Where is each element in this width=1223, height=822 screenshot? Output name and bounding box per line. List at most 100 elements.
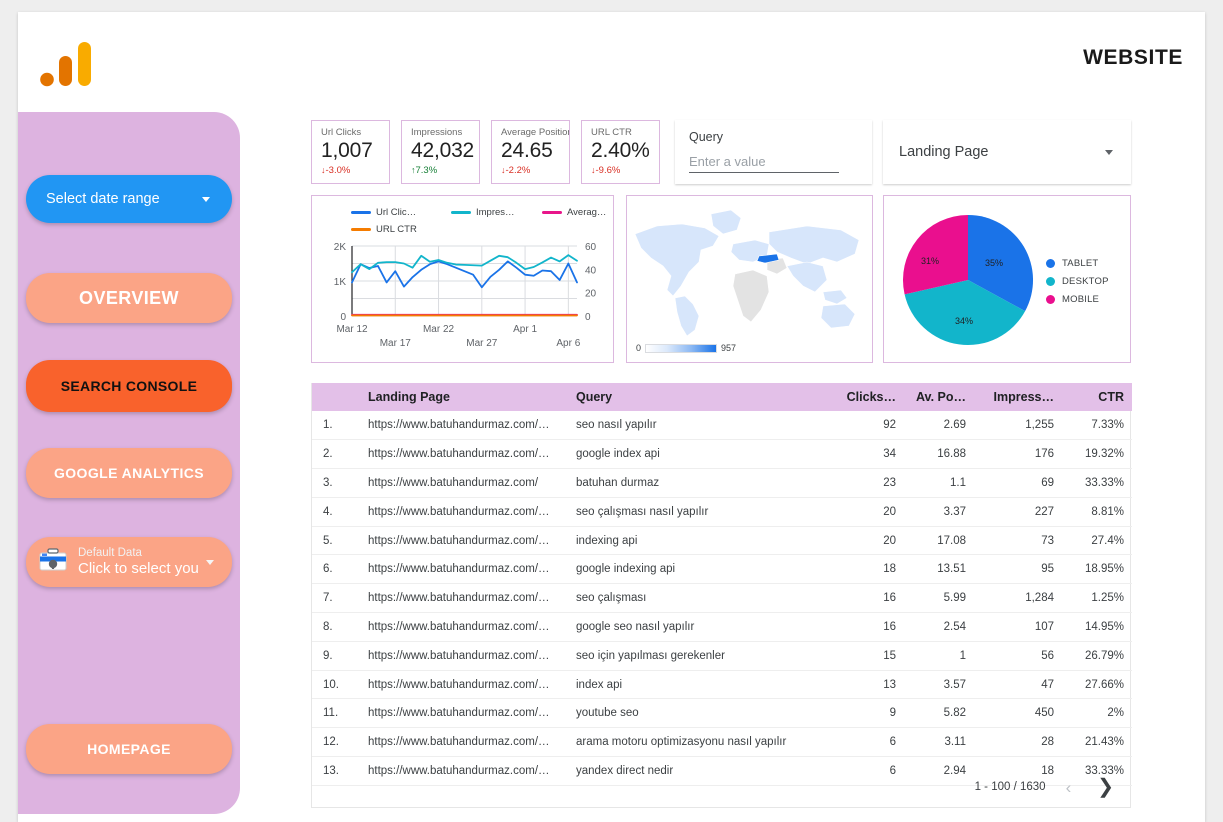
- row-index: 9.: [312, 641, 360, 671]
- table-row[interactable]: 9. https://www.batuhandurmaz.com/… seo içi…: [312, 641, 1132, 671]
- sidebar-item-homepage[interactable]: HOMEPAGE: [26, 724, 232, 774]
- cell-landing-page: https://www.batuhandurmaz.com/…: [360, 641, 568, 671]
- cell-clicks: 16: [826, 612, 904, 642]
- data-source-toolbox-icon: [38, 547, 68, 578]
- landing-page-dropdown[interactable]: Landing Page: [883, 120, 1131, 184]
- chevron-down-icon: [1105, 150, 1113, 155]
- table-row[interactable]: 7. https://www.batuhandurmaz.com/… seo çal…: [312, 583, 1132, 614]
- map-legend-gradient: [645, 343, 718, 353]
- row-index: 7.: [312, 583, 360, 614]
- cell-impressions: 1,255: [974, 411, 1062, 441]
- scorecard-title: Url Clicks: [321, 127, 362, 138]
- table-row[interactable]: 3. https://www.batuhandurmaz.com/batuhan …: [312, 468, 1132, 498]
- svg-text:Mar 22: Mar 22: [423, 324, 455, 335]
- legend-label: MOBILE: [1062, 294, 1100, 305]
- svg-text:1K: 1K: [334, 277, 347, 288]
- date-range-selector[interactable]: Select date range: [26, 175, 232, 223]
- cell-clicks: 13: [826, 670, 904, 700]
- data-source-name: Default Data: [78, 546, 142, 559]
- cell-impressions: 95: [974, 554, 1062, 585]
- device-pie-chart[interactable]: 35% 34% 31% TABLET DESKTOP MOBILE: [883, 195, 1131, 363]
- scorecard-value: 1,007: [321, 139, 373, 162]
- cell-impressions: 56: [974, 641, 1062, 671]
- column-header-index[interactable]: [312, 383, 360, 411]
- table-row[interactable]: 4. https://www.batuhandurmaz.com/… seo çal…: [312, 497, 1132, 527]
- cell-clicks: 92: [826, 411, 904, 441]
- legend-item-url-ctr: URL CTR: [351, 224, 417, 235]
- cell-impressions: 69: [974, 468, 1062, 498]
- search-input[interactable]: [689, 154, 839, 173]
- cell-query: batuhan durmaz: [568, 468, 826, 498]
- legend-item-average-position: Averag…: [542, 207, 606, 218]
- cell-query: google seo nasıl yapılır: [568, 612, 826, 642]
- cell-impressions: 47: [974, 670, 1062, 700]
- timeseries-chart[interactable]: Url Clic… Impres… Averag… URL CTR 0 1K 2K 0…: [311, 195, 614, 363]
- chevron-right-icon[interactable]: ❯: [1091, 775, 1120, 799]
- row-index: 12.: [312, 727, 360, 758]
- column-header-ctr[interactable]: CTR: [1062, 383, 1132, 411]
- pie-plot: 35% 34% 31%: [902, 215, 1034, 346]
- row-index: 13.: [312, 756, 360, 786]
- chevron-left-icon[interactable]: ‹: [1060, 777, 1078, 798]
- cell-average-position: 17.08: [904, 526, 974, 556]
- table-row[interactable]: 2. https://www.batuhandurmaz.com/… google …: [312, 439, 1132, 470]
- cell-ctr: 26.79%: [1062, 641, 1132, 671]
- table-row[interactable]: 8. https://www.batuhandurmaz.com/… google …: [312, 612, 1132, 642]
- column-header-average-position[interactable]: Av. Po…: [904, 383, 974, 411]
- legend-item-desktop: DESKTOP: [1046, 276, 1109, 287]
- sidebar-item-search-console[interactable]: SEARCH CONSOLE: [26, 360, 232, 412]
- legend-swatch: [351, 211, 371, 214]
- cell-landing-page: https://www.batuhandurmaz.com/…: [360, 554, 568, 585]
- cell-impressions: 28: [974, 727, 1062, 758]
- table-row[interactable]: 11. https://www.batuhandurmaz.com/… youtub…: [312, 698, 1132, 729]
- cell-average-position: 2.94: [904, 756, 974, 786]
- row-index: 8.: [312, 612, 360, 642]
- cell-landing-page: https://www.batuhandurmaz.com/…: [360, 526, 568, 556]
- column-header-impressions[interactable]: Impress…: [974, 383, 1062, 411]
- legend-swatch: [451, 211, 471, 214]
- row-index: 10.: [312, 670, 360, 700]
- data-source-selector[interactable]: Default Data Click to select you: [26, 537, 232, 587]
- column-header-clicks[interactable]: Clicks…: [826, 383, 904, 411]
- row-index: 11.: [312, 698, 360, 729]
- chevron-down-icon: [202, 197, 210, 202]
- scorecard-title: Average Position: [501, 127, 570, 138]
- column-header-landing-page[interactable]: Landing Page: [360, 383, 568, 411]
- cell-average-position: 5.82: [904, 698, 974, 729]
- svg-text:Apr 6: Apr 6: [556, 338, 580, 349]
- cell-clicks: 6: [826, 756, 904, 786]
- row-index: 6.: [312, 554, 360, 585]
- data-table[interactable]: Landing Page Query Clicks… Av. Po… Impre…: [311, 383, 1132, 808]
- geo-map-chart[interactable]: 0 957: [626, 195, 873, 363]
- query-filter-label: Query: [689, 130, 724, 144]
- scorecard-delta-value: -9.6%: [595, 165, 621, 176]
- cell-ctr: 7.33%: [1062, 411, 1132, 441]
- cell-query: indexing api: [568, 526, 826, 556]
- scorecard-average-position[interactable]: Average Position 24.65 ↓-2.2%: [491, 120, 570, 184]
- legend-item-impressions: Impres…: [451, 207, 515, 218]
- scorecard-delta: ↓-3.0%: [321, 165, 380, 176]
- table-row[interactable]: 6. https://www.batuhandurmaz.com/… google …: [312, 554, 1132, 585]
- legend-swatch: [351, 228, 371, 231]
- column-header-query[interactable]: Query: [568, 383, 826, 411]
- legend-label: URL CTR: [376, 224, 417, 235]
- table-row[interactable]: 5. https://www.batuhandurmaz.com/… indexin…: [312, 526, 1132, 556]
- cell-ctr: 21.43%: [1062, 727, 1132, 758]
- cell-ctr: 27.66%: [1062, 670, 1132, 700]
- cell-average-position: 16.88: [904, 439, 974, 470]
- table-header: Landing Page Query Clicks… Av. Po… Impre…: [312, 383, 1132, 411]
- table-row[interactable]: 12. https://www.batuhandurmaz.com/… arama …: [312, 727, 1132, 758]
- scorecard-url-clicks[interactable]: Url Clicks 1,007 ↓-3.0%: [311, 120, 390, 184]
- scorecard-impressions[interactable]: Impressions 42,032 ↑7.3%: [401, 120, 480, 184]
- query-filter[interactable]: Query: [675, 120, 872, 184]
- legend-label: DESKTOP: [1062, 276, 1109, 287]
- table-row[interactable]: 10. https://www.batuhandurmaz.com/… index …: [312, 670, 1132, 700]
- sidebar-item-overview[interactable]: OVERVIEW: [26, 273, 232, 323]
- cell-landing-page: https://www.batuhandurmaz.com/…: [360, 411, 568, 441]
- cell-landing-page: https://www.batuhandurmaz.com/…: [360, 439, 568, 470]
- table-row[interactable]: 1. https://www.batuhandurmaz.com/… seo nas…: [312, 411, 1132, 441]
- sidebar-item-google-analytics[interactable]: GOOGLE ANALYTICS: [26, 448, 232, 498]
- scorecard-url-ctr[interactable]: URL CTR 2.40% ↓-9.6%: [581, 120, 660, 184]
- cell-average-position: 3.37: [904, 497, 974, 527]
- cell-ctr: 18.95%: [1062, 554, 1132, 585]
